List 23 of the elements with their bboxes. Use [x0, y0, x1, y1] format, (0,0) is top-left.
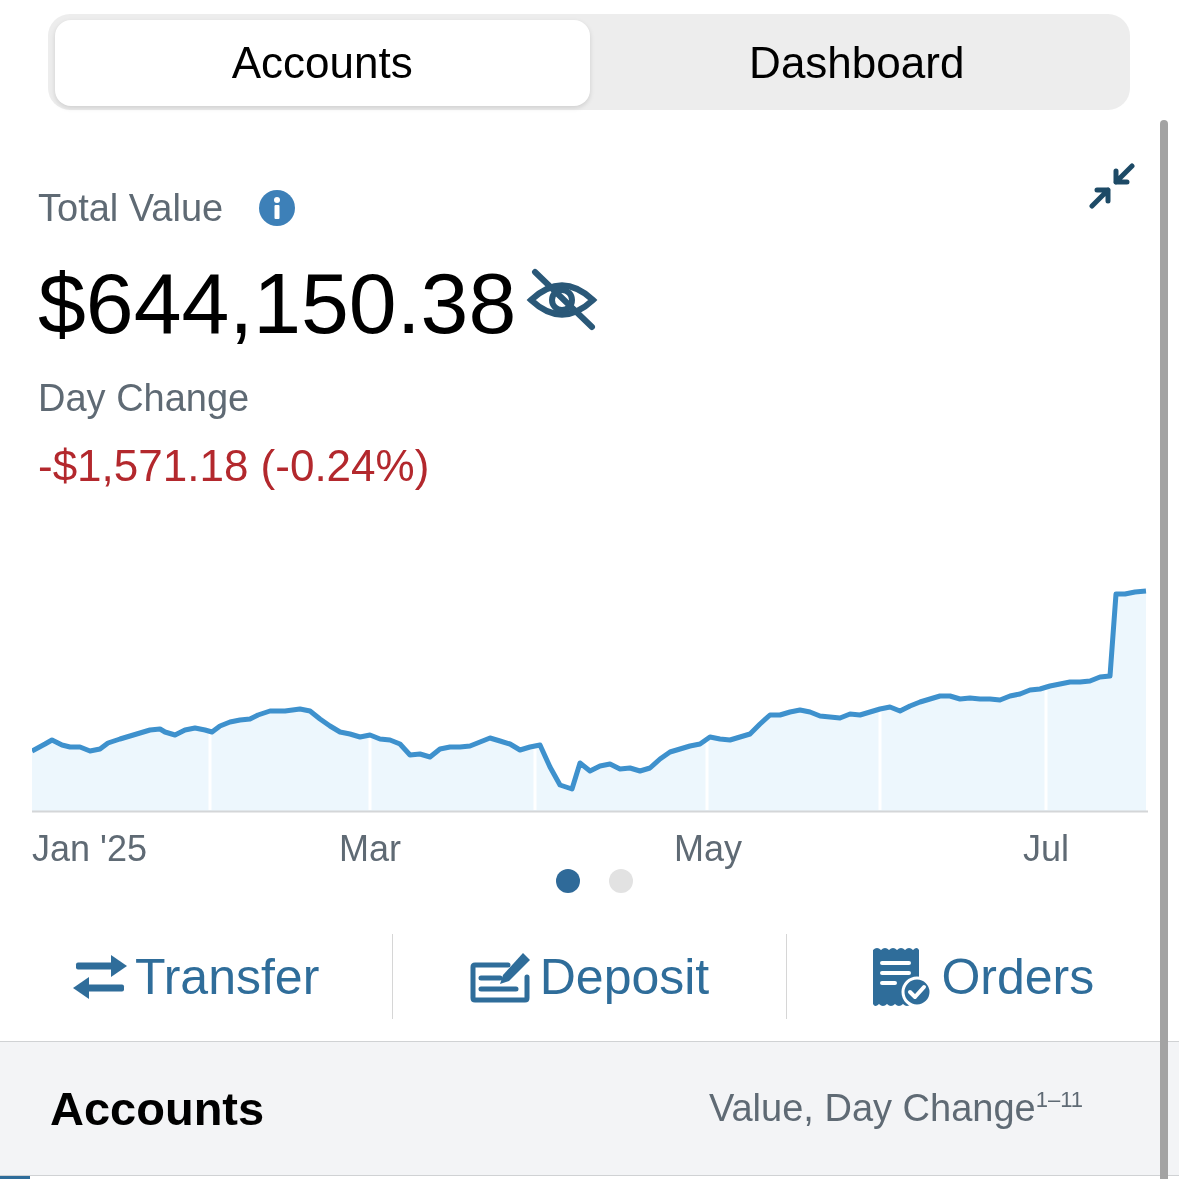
accounts-title: Accounts: [50, 1081, 265, 1136]
x-axis-label: May: [674, 829, 742, 869]
day-change-value: -$1,571.18 (-0.24%): [38, 441, 430, 491]
collapse-icon[interactable]: [1089, 163, 1135, 209]
segment-tab[interactable]: Dashboard: [589, 20, 1124, 106]
page-dot-icon[interactable]: [555, 869, 580, 893]
total-value-label: Total Value: [38, 186, 224, 231]
total-value-amount: $644,150.38: [38, 254, 517, 353]
day-change-label: Day Change: [38, 376, 250, 421]
eye-slash-icon[interactable]: [526, 267, 599, 331]
page-dot-icon[interactable]: [608, 869, 633, 893]
columns-label: Value, Day Change$^{1–11}$: [708, 1087, 1083, 1130]
check-pencil-icon: [469, 950, 532, 1003]
accent-bar: [0, 1176, 30, 1179]
x-axis-label: Jul: [1023, 829, 1069, 869]
swap-arrows-icon: [73, 954, 127, 999]
x-axis-label: Mar: [339, 829, 401, 869]
deposit-button[interactable]: Deposit: [469, 946, 710, 1007]
info-icon[interactable]: [259, 190, 296, 226]
orders-button[interactable]: Orders: [871, 945, 1095, 1008]
segment-tab[interactable]: Accounts: [55, 20, 590, 106]
x-axis-label: Jan '25: [32, 829, 147, 869]
transfer-button[interactable]: Transfer: [73, 946, 320, 1007]
